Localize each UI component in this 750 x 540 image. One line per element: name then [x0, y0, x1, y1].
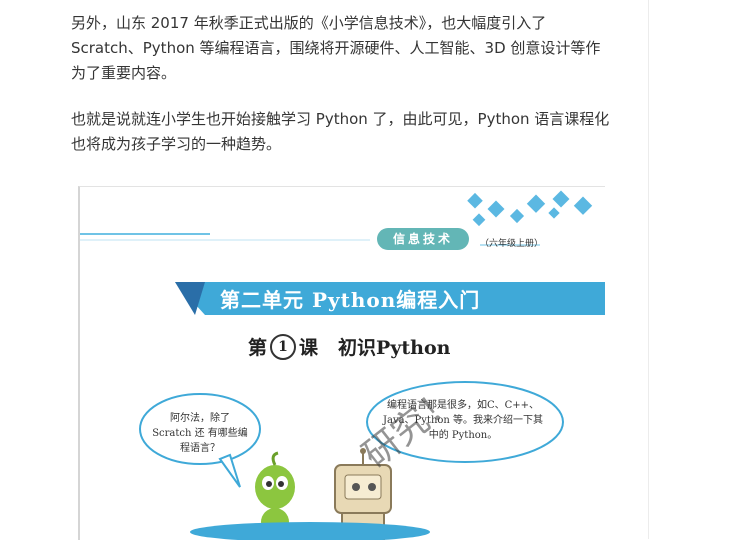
content-border — [648, 0, 649, 539]
speech-bubble-left: 阿尔法，除了 Scratch 还 有哪些编程语言？ — [152, 413, 248, 454]
lesson-title: 初识Python — [338, 337, 451, 359]
lesson-suffix: 课 — [299, 337, 319, 359]
lesson-heading: 第 1 课初识Python — [248, 333, 450, 361]
textbook-page-image: 信息技术 （六年级上册） 第二单元 Python编程入门 第 1 课初识Python… — [78, 186, 605, 540]
diamond-decorations — [467, 190, 593, 227]
lesson-number: 1 — [270, 333, 297, 360]
lesson-prefix: 第 — [248, 337, 268, 359]
book-grade-label: （六年级上册） — [480, 239, 544, 249]
article-body: 另外，山东 2017 年秋季正式出版的《小学信息技术》，也大幅度引入了Scrat… — [0, 0, 648, 540]
paragraph-intro: 另外，山东 2017 年秋季正式出版的《小学信息技术》，也大幅度引入了Scrat… — [71, 14, 601, 82]
book-subject-tag: 信息技术 — [377, 228, 469, 250]
paragraph-conclusion: 也就是说就连小学生也开始接触学习 Python 了，由此可见，Python 语言… — [71, 110, 610, 153]
unit-title: 第二单元 Python编程入门 — [220, 288, 481, 312]
